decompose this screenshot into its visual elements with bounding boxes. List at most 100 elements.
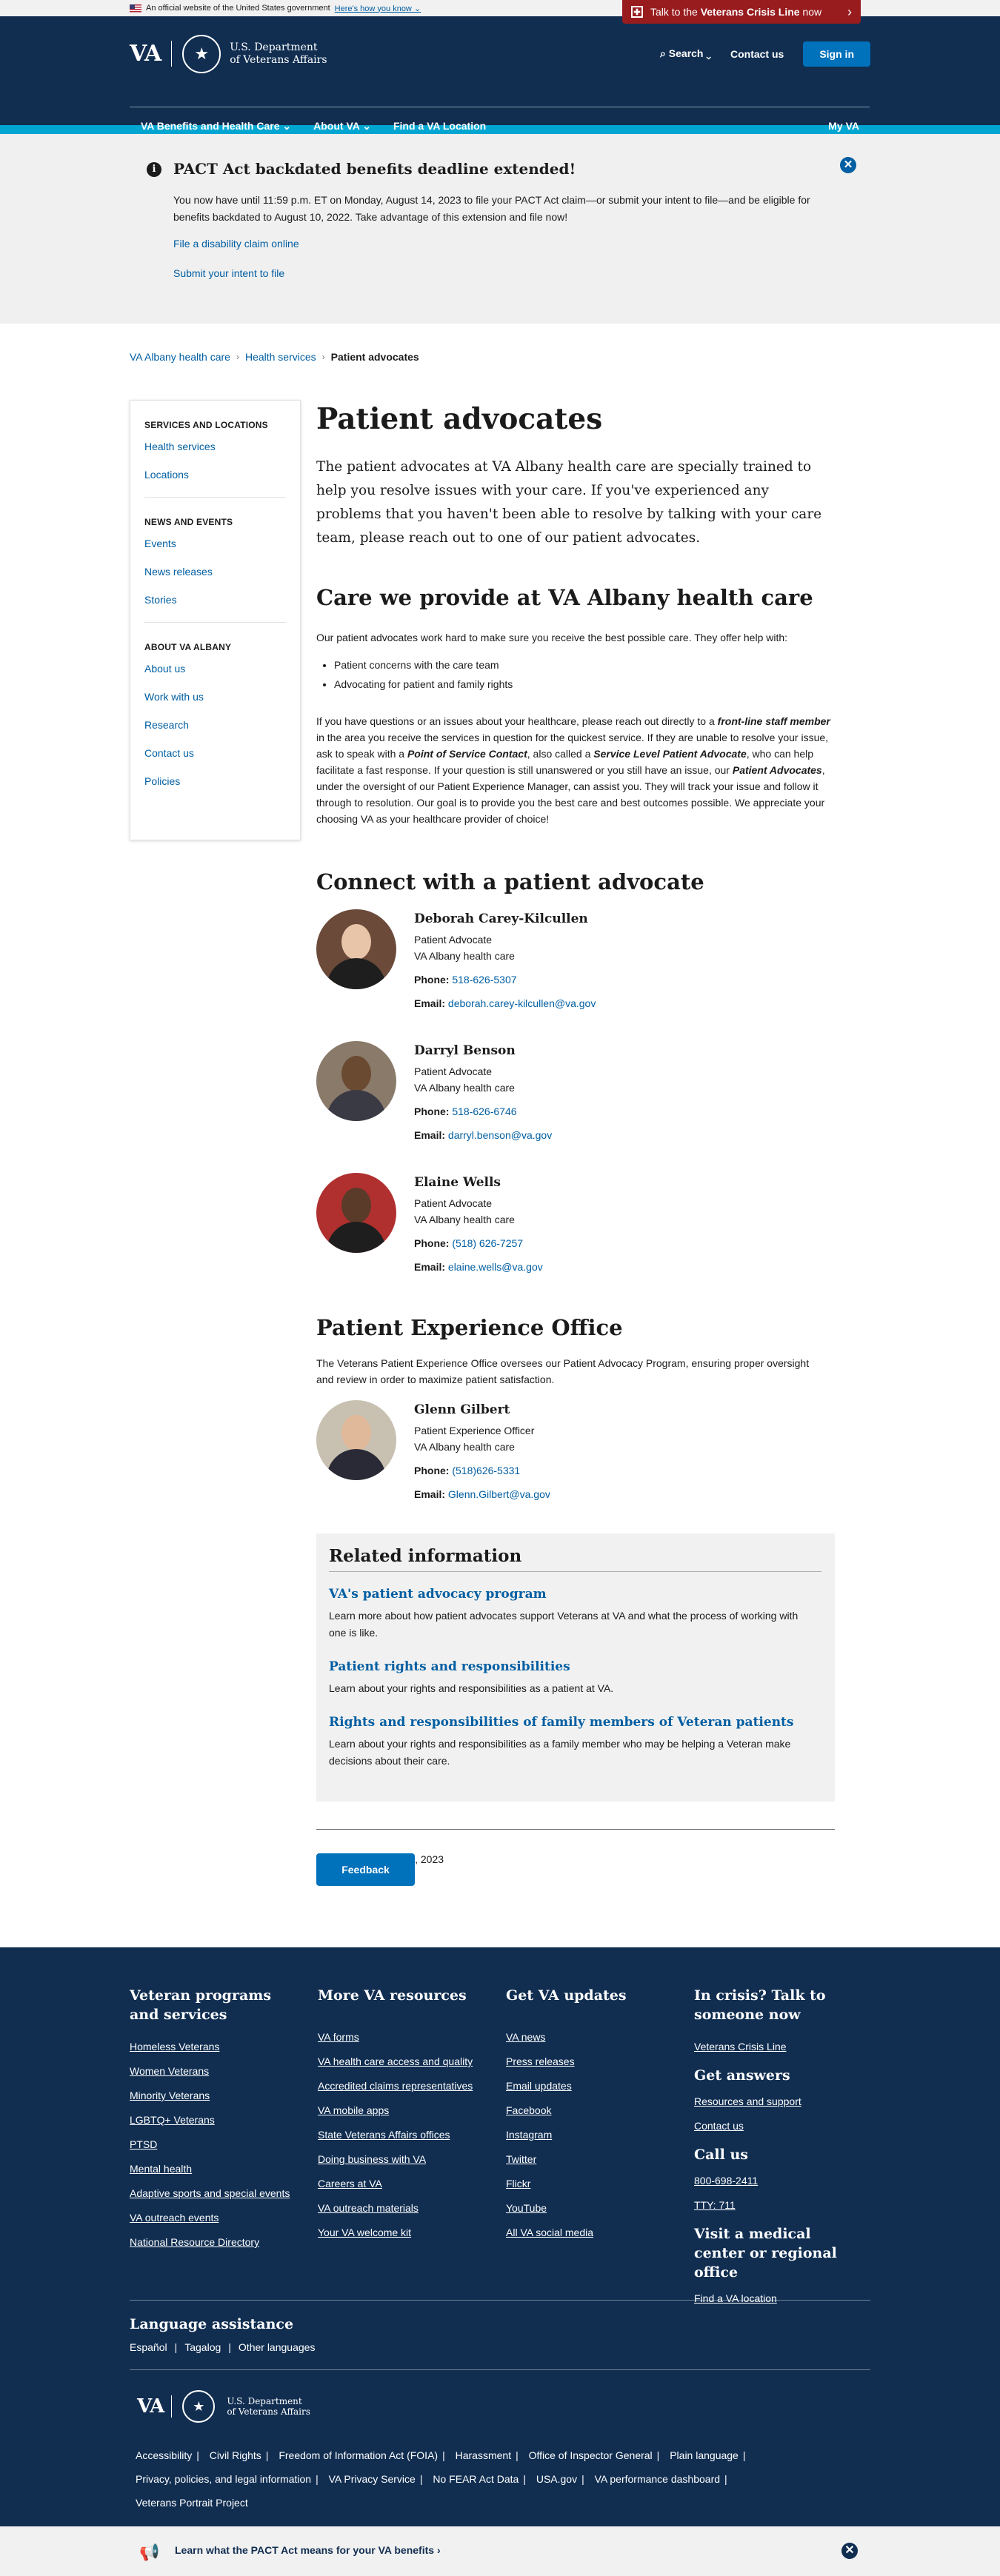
- footer-link[interactable]: Freedom of Information Act (FOIA): [279, 2449, 438, 2461]
- footer-phone-link[interactable]: 800-698-2411: [694, 2175, 864, 2187]
- close-icon[interactable]: ✕: [840, 157, 856, 173]
- email-link[interactable]: darryl.benson@va.gov: [448, 1129, 552, 1141]
- footer-crisis-link[interactable]: Veterans Crisis Line: [694, 2041, 864, 2053]
- footer-link[interactable]: VA mobile apps: [318, 2104, 488, 2116]
- pact-promo-link[interactable]: Learn what the PACT Act means for your V…: [175, 2544, 441, 2556]
- breadcrumb-albany[interactable]: VA Albany health care: [130, 351, 230, 363]
- footer-link[interactable]: LGBTQ+ Veterans: [130, 2114, 300, 2126]
- email-link[interactable]: deborah.carey-kilcullen@va.gov: [448, 997, 596, 1009]
- sign-in-button[interactable]: Sign in: [803, 41, 870, 67]
- email-label: Email:: [414, 1129, 446, 1141]
- chevron-right-icon: ›: [847, 4, 852, 19]
- phone-label: Phone:: [414, 1465, 450, 1476]
- footer-link[interactable]: Office of Inspector General: [529, 2449, 653, 2461]
- footer-link[interactable]: PTSD: [130, 2138, 300, 2150]
- footer-tty-link[interactable]: TTY: 711: [694, 2199, 864, 2211]
- footer-link[interactable]: Accessibility: [136, 2449, 192, 2461]
- sidebar-item-contact-us[interactable]: Contact us: [144, 747, 286, 759]
- footer-link[interactable]: Contact us: [694, 2120, 864, 2132]
- site-footer: Veteran programs and services Homeless V…: [0, 1947, 1000, 2526]
- sidebar-item-health-services[interactable]: Health services: [144, 441, 286, 452]
- divider: [144, 497, 286, 498]
- footer-link[interactable]: VA performance dashboard: [595, 2473, 720, 2485]
- nav-about-va[interactable]: About VA ⌄: [313, 120, 371, 133]
- email-link[interactable]: elaine.wells@va.gov: [448, 1261, 543, 1273]
- footer-link[interactable]: Minority Veterans: [130, 2090, 300, 2101]
- sidebar-item-about-us[interactable]: About us: [144, 663, 286, 675]
- footer-logo[interactable]: VA ★ U.S. Department of Veterans Affairs: [137, 2390, 310, 2423]
- search-button[interactable]: ⌕ Search ⌄: [660, 47, 711, 60]
- footer-link[interactable]: State Veterans Affairs offices: [318, 2129, 488, 2141]
- footer-link[interactable]: Mental health: [130, 2163, 300, 2175]
- sidebar-item-research[interactable]: Research: [144, 719, 286, 731]
- footer-heading: Veteran programs and services: [130, 1987, 272, 2023]
- email-link[interactable]: Glenn.Gilbert@va.gov: [448, 1488, 550, 1500]
- intent-to-file-link[interactable]: Submit your intent to file: [173, 267, 284, 279]
- phone-link[interactable]: (518)626-5331: [452, 1465, 520, 1476]
- footer-link[interactable]: Twitter: [506, 2153, 676, 2165]
- footer-link[interactable]: YouTube: [506, 2202, 676, 2214]
- nav-find-location[interactable]: Find a VA Location: [393, 120, 486, 133]
- footer-link[interactable]: Harassment: [456, 2449, 511, 2461]
- sidebar-item-stories[interactable]: Stories: [144, 594, 286, 606]
- phone-link[interactable]: 518-626-6746: [452, 1105, 516, 1117]
- footer-link[interactable]: Email updates: [506, 2080, 676, 2092]
- sidebar-item-work-with-us[interactable]: Work with us: [144, 691, 286, 703]
- breadcrumb-health-services[interactable]: Health services: [245, 351, 316, 363]
- officer-org: VA Albany health care: [414, 1441, 515, 1453]
- footer-link[interactable]: National Resource Directory: [130, 2236, 300, 2248]
- footer-link[interactable]: Your VA welcome kit: [318, 2227, 488, 2238]
- footer-link[interactable]: VA forms: [318, 2031, 488, 2043]
- footer-link[interactable]: Plain language: [670, 2449, 739, 2461]
- sidebar-item-locations[interactable]: Locations: [144, 469, 286, 481]
- divider: [130, 2369, 870, 2370]
- language-link-espanol[interactable]: Español: [130, 2341, 167, 2353]
- va-logo[interactable]: VA: [130, 41, 173, 67]
- footer-link[interactable]: Civil Rights: [210, 2449, 261, 2461]
- nav-benefits[interactable]: VA Benefits and Health Care ⌄: [141, 120, 291, 133]
- footer-link[interactable]: VA news: [506, 2031, 676, 2043]
- crisis-line-button[interactable]: ✚ Talk to the Veterans Crisis Line now ›: [622, 0, 861, 24]
- footer-link[interactable]: No FEAR Act Data: [433, 2473, 519, 2485]
- footer-link[interactable]: Resources and support: [694, 2095, 864, 2107]
- footer-link[interactable]: VA Privacy Service: [329, 2473, 416, 2485]
- footer-link[interactable]: Veterans Portrait Project: [136, 2497, 248, 2509]
- footer-link[interactable]: Women Veterans: [130, 2065, 300, 2077]
- language-link-other[interactable]: Other languages: [239, 2341, 316, 2353]
- officer-name: Glenn Gilbert: [414, 1402, 510, 1417]
- phone-link[interactable]: (518) 626-7257: [452, 1237, 523, 1249]
- footer-link[interactable]: VA outreach materials: [318, 2202, 488, 2214]
- related-link[interactable]: VA's patient advocacy program: [329, 1587, 822, 1602]
- contact-us-link[interactable]: Contact us: [730, 48, 784, 60]
- sidebar-section-title: SERVICES AND LOCATIONS: [144, 420, 268, 430]
- footer-link[interactable]: Find a VA location: [694, 2292, 864, 2304]
- footer-link[interactable]: VA health care access and quality: [318, 2055, 488, 2067]
- sidebar-item-policies[interactable]: Policies: [144, 775, 286, 787]
- footer-link[interactable]: All VA social media: [506, 2227, 676, 2238]
- footer-link[interactable]: Flickr: [506, 2178, 676, 2189]
- footer-link[interactable]: Accredited claims representatives: [318, 2080, 488, 2092]
- language-link-tagalog[interactable]: Tagalog: [184, 2341, 221, 2353]
- related-link[interactable]: Patient rights and responsibilities: [329, 1659, 822, 1674]
- footer-link[interactable]: Press releases: [506, 2055, 676, 2067]
- phone-link[interactable]: 518-626-5307: [452, 974, 516, 986]
- how-you-know-link[interactable]: Here's how you know ⌄: [335, 4, 421, 13]
- footer-link[interactable]: Privacy, policies, and legal information: [136, 2473, 311, 2485]
- footer-link[interactable]: Careers at VA: [318, 2178, 488, 2189]
- crisis-line-text: Talk to the Veterans Crisis Line now: [650, 6, 822, 18]
- footer-link[interactable]: Homeless Veterans: [130, 2041, 300, 2053]
- related-link[interactable]: Rights and responsibilities of family me…: [329, 1715, 822, 1730]
- feedback-button[interactable]: Feedback: [316, 1853, 415, 1886]
- footer-link[interactable]: VA outreach events: [130, 2212, 300, 2224]
- care-heading: Care we provide at VA Albany health care: [316, 585, 813, 610]
- footer-link[interactable]: Facebook: [506, 2104, 676, 2116]
- sidebar-item-news-releases[interactable]: News releases: [144, 566, 286, 578]
- close-icon[interactable]: ✕: [841, 2543, 858, 2559]
- nav-my-va[interactable]: My VA: [828, 120, 859, 133]
- footer-link[interactable]: Instagram: [506, 2129, 676, 2141]
- footer-link[interactable]: Adaptive sports and special events: [130, 2187, 300, 2199]
- sidebar-item-events[interactable]: Events: [144, 538, 286, 549]
- footer-link[interactable]: USA.gov: [536, 2473, 577, 2485]
- footer-link[interactable]: Doing business with VA: [318, 2153, 488, 2165]
- file-claim-link[interactable]: File a disability claim online: [173, 238, 299, 250]
